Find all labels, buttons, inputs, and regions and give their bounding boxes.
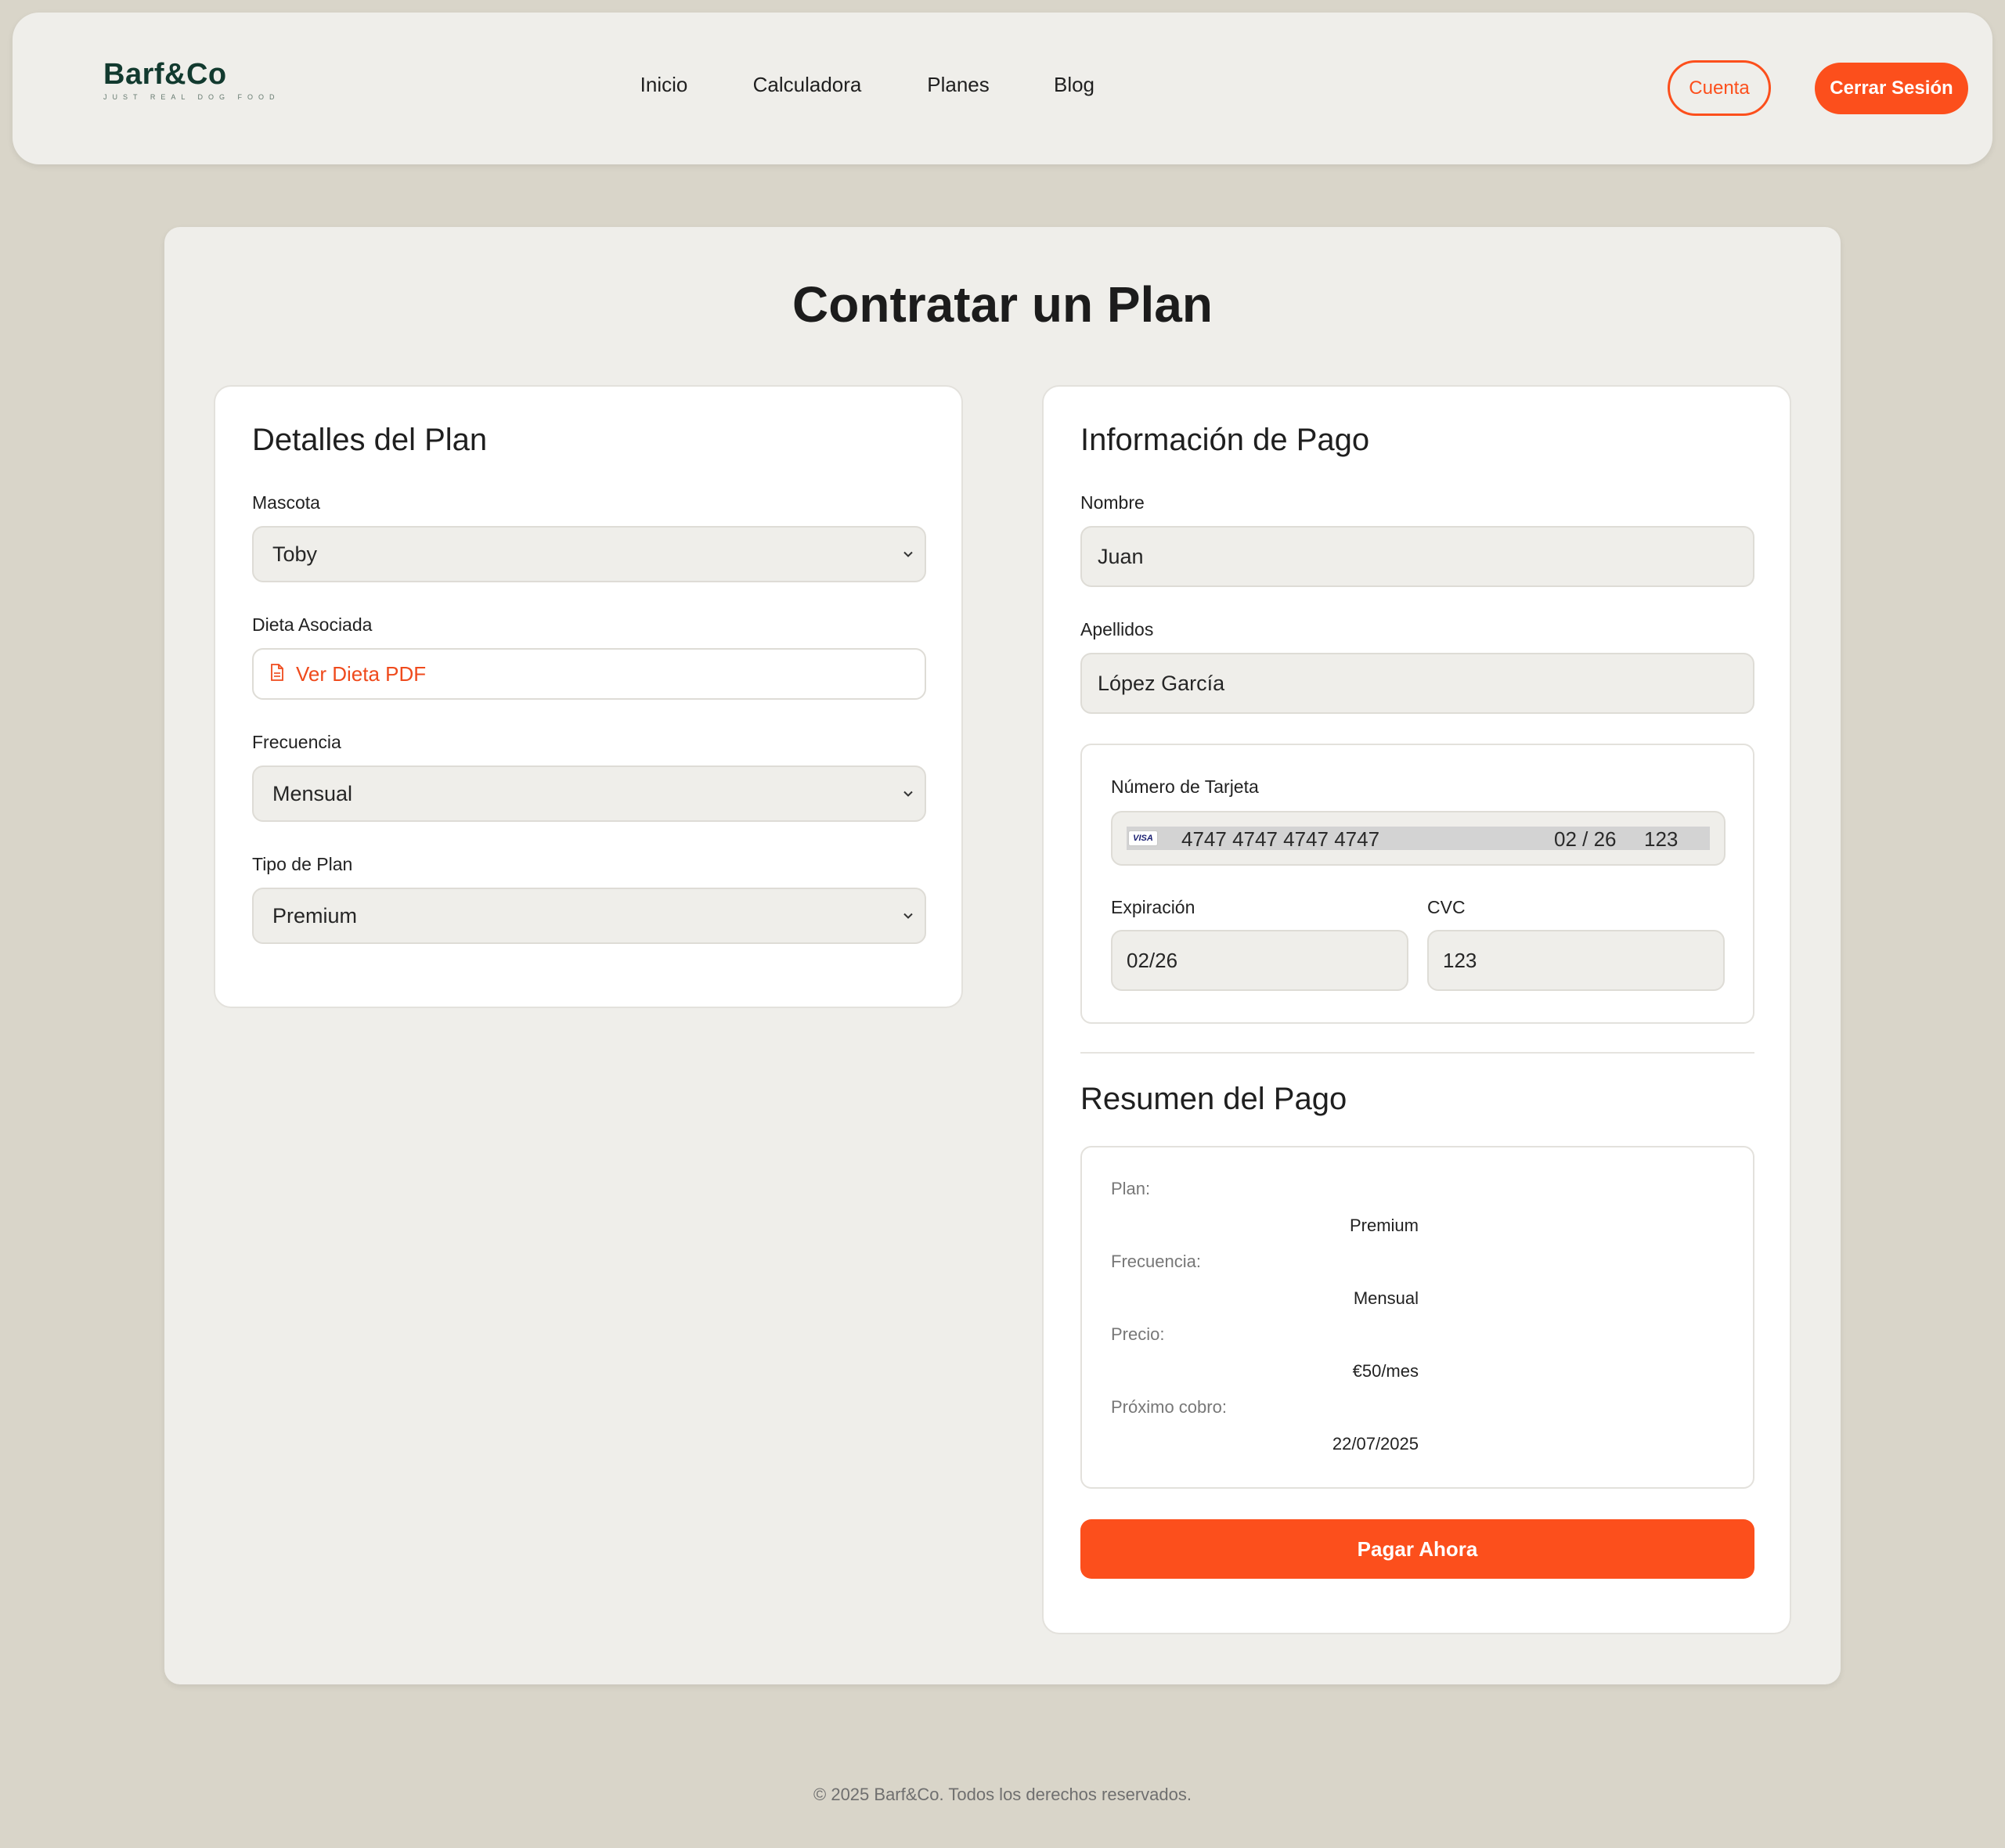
summary-plan-value: Premium [1349,1216,1419,1235]
last-name-label: Apellidos [1080,619,1154,639]
chevron-down-icon [901,904,915,928]
summary-frequency-label: Frecuencia: [1111,1252,1201,1271]
chevron-down-icon [901,542,915,567]
top-navbar: Barf&Co JUST REAL DOG FOOD Inicio Calcul… [13,13,1992,164]
summary-plan-label: Plan: [1111,1179,1151,1198]
summary-next-charge-label: Próximo cobro: [1111,1397,1227,1417]
pet-label: Mascota [252,492,320,513]
card-number-value: 4747 4747 4747 4747 [1181,827,1380,851]
chevron-down-icon [901,782,915,806]
frequency-label: Frecuencia [252,732,341,752]
pet-select[interactable]: Toby [252,526,926,582]
nav-calculadora[interactable]: Calculadora [753,73,862,97]
summary-price-label: Precio: [1111,1324,1165,1344]
summary-title: Resumen del Pago [1080,1082,1347,1116]
cvc-field[interactable]: 123 [1427,930,1725,991]
plan-type-select-value: Premium [272,903,358,928]
plan-type-label: Tipo de Plan [252,854,353,874]
logo-tagline: JUST REAL DOG FOOD [103,93,280,101]
frequency-select[interactable]: Mensual [252,765,926,822]
last-name-field[interactable]: López García [1080,653,1754,714]
section-divider [1080,1052,1754,1054]
summary-price-value: €50/mes [1352,1361,1419,1381]
payment-summary-box: Plan: Premium Frecuencia: Mensual Precio… [1080,1146,1754,1489]
payment-title: Información de Pago [1080,423,1370,457]
logout-button[interactable]: Cerrar Sesión [1815,63,1968,114]
nav-blog[interactable]: Blog [1054,73,1094,97]
plan-details-card: Detalles del Plan Mascota Toby Dieta Aso… [214,385,963,1008]
summary-frequency-value: Mensual [1353,1288,1419,1308]
visa-card-icon: VISA [1128,830,1158,846]
diet-label: Dieta Asociada [252,614,373,635]
nav-planes[interactable]: Planes [927,73,990,97]
logo[interactable]: Barf&Co JUST REAL DOG FOOD [103,58,280,101]
first-name-field[interactable]: Juan [1080,526,1754,587]
frequency-select-value: Mensual [272,781,353,805]
expiration-field[interactable]: 02/26 [1111,930,1408,991]
card-exp-inline: 02 / 26 [1554,827,1617,851]
view-diet-pdf-link[interactable]: Ver Dieta PDF [252,648,926,700]
logo-text: Barf&Co [103,58,227,91]
card-cvc-inline: 123 [1644,827,1679,851]
summary-next-charge-value: 22/07/2025 [1332,1434,1419,1454]
nav-inicio[interactable]: Inicio [640,73,688,97]
first-name-label: Nombre [1080,492,1145,513]
view-diet-pdf-label: Ver Dieta PDF [296,661,427,686]
page-title: Contratar un Plan [792,276,1213,333]
plan-checkout-panel: Contratar un Plan Detalles del Plan Masc… [164,227,1841,1684]
pay-now-button[interactable]: Pagar Ahora [1080,1519,1754,1579]
card-number-label: Número de Tarjeta [1111,776,1259,797]
plan-details-title: Detalles del Plan [252,423,488,457]
card-details-box: Número de Tarjeta VISA 4747 4747 4747 47… [1080,744,1754,1024]
pet-select-value: Toby [272,542,318,566]
footer-copyright: © 2025 Barf&Co. Todos los derechos reser… [813,1785,1192,1804]
payment-card: Información de Pago Nombre Juan Apellido… [1042,385,1791,1634]
card-number-field[interactable]: VISA 4747 4747 4747 4747 02 / 26 123 [1111,811,1726,866]
cvc-label: CVC [1427,897,1466,917]
document-icon [269,663,285,686]
expiration-label: Expiración [1111,897,1195,917]
plan-type-select[interactable]: Premium [252,888,926,944]
account-button[interactable]: Cuenta [1668,60,1771,116]
